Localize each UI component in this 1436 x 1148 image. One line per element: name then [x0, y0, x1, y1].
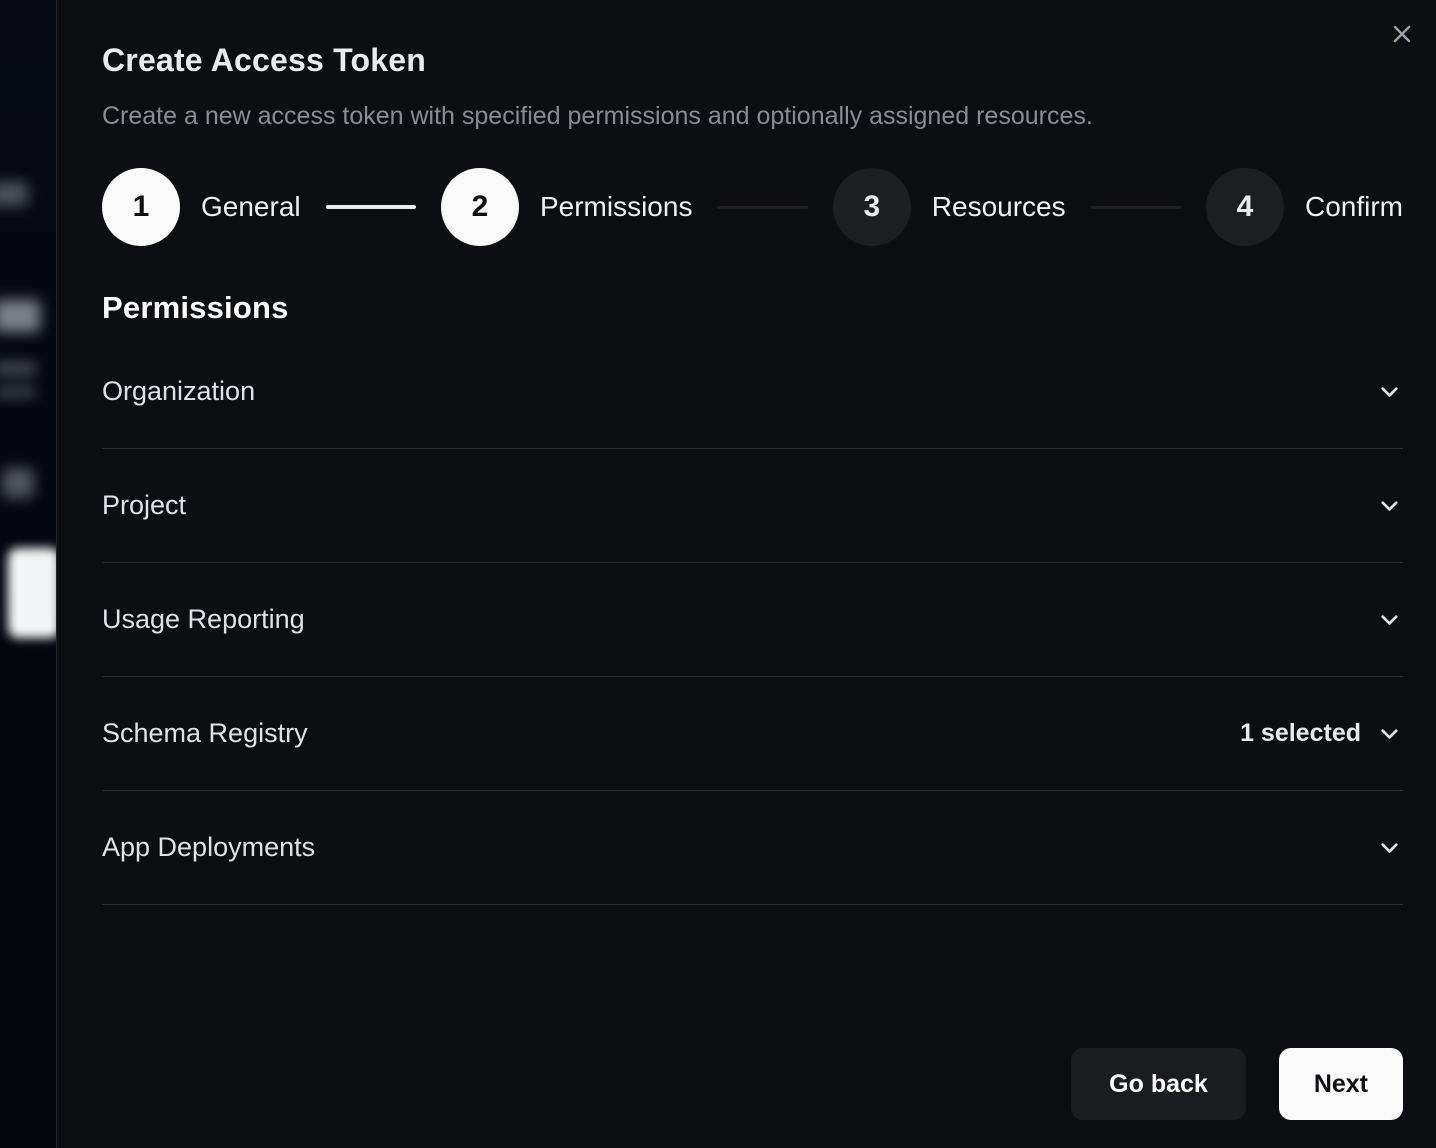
- permission-group-label: App Deployments: [102, 832, 315, 863]
- page-title: Create Access Token: [102, 42, 1403, 79]
- accordion-row-organization[interactable]: Organization: [102, 335, 1403, 449]
- step-permissions[interactable]: 2 Permissions: [441, 168, 692, 246]
- background-blur-shape: [8, 548, 56, 638]
- permission-group-label: Project: [102, 490, 186, 521]
- permission-group-label: Schema Registry: [102, 718, 308, 749]
- step-connector: [326, 205, 416, 209]
- step-label: General: [201, 191, 301, 223]
- accordion-row-schema-registry[interactable]: Schema Registry 1 selected: [102, 677, 1403, 791]
- selected-count: 1 selected: [1240, 719, 1361, 748]
- dialog-subtitle: Create a new access token with specified…: [102, 102, 1403, 131]
- permission-groups-list: Organization Project Usage Reporting: [102, 335, 1403, 905]
- step-confirm[interactable]: 4 Confirm: [1206, 168, 1403, 246]
- close-icon: [1388, 20, 1416, 51]
- step-label: Permissions: [540, 191, 692, 223]
- permission-group-label: Usage Reporting: [102, 604, 305, 635]
- step-connector: [717, 206, 807, 209]
- chevron-down-icon: [1376, 378, 1403, 405]
- step-connector: [1091, 206, 1181, 209]
- step-general[interactable]: 1 General: [102, 168, 301, 246]
- background-blur-shape: [2, 468, 34, 498]
- next-button[interactable]: Next: [1279, 1048, 1403, 1120]
- go-back-button[interactable]: Go back: [1071, 1048, 1246, 1120]
- background-blur-shape: [0, 386, 36, 398]
- accordion-row-usage-reporting[interactable]: Usage Reporting: [102, 563, 1403, 677]
- chevron-down-icon: [1376, 720, 1403, 747]
- step-resources[interactable]: 3 Resources: [833, 168, 1066, 246]
- permissions-section-heading: Permissions: [102, 290, 1403, 326]
- step-number-badge: 4: [1206, 168, 1284, 246]
- wizard-stepper: 1 General 2 Permissions 3 Resources 4 Co…: [102, 168, 1403, 246]
- background-blur-shape: [0, 362, 36, 375]
- step-label: Resources: [932, 191, 1066, 223]
- create-access-token-dialog: Create Access Token Create a new access …: [56, 0, 1436, 1148]
- background-blur-shape: [0, 182, 28, 206]
- accordion-row-project[interactable]: Project: [102, 449, 1403, 563]
- background-page: [0, 0, 56, 1148]
- dialog-footer: Go back Next: [1071, 1048, 1403, 1120]
- background-blur-shape: [0, 300, 40, 332]
- chevron-down-icon: [1376, 492, 1403, 519]
- step-label: Confirm: [1305, 191, 1403, 223]
- chevron-down-icon: [1376, 606, 1403, 633]
- permission-group-label: Organization: [102, 376, 255, 407]
- accordion-row-app-deployments[interactable]: App Deployments: [102, 791, 1403, 905]
- step-number-badge: 3: [833, 168, 911, 246]
- step-number-badge: 2: [441, 168, 519, 246]
- close-button[interactable]: [1386, 19, 1418, 51]
- chevron-down-icon: [1376, 834, 1403, 861]
- step-number-badge: 1: [102, 168, 180, 246]
